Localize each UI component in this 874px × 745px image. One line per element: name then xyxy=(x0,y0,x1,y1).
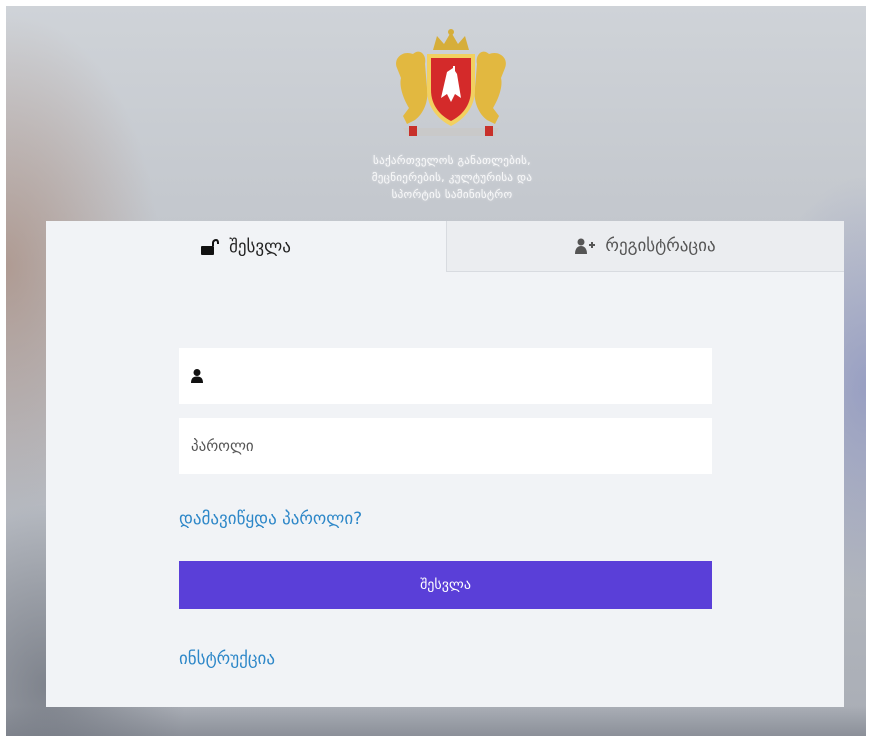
username-field[interactable] xyxy=(179,348,712,404)
login-button[interactable]: შესვლა xyxy=(179,561,712,609)
instructions-link[interactable]: ინსტრუქცია xyxy=(179,649,275,669)
tab-login-label: შესვლა xyxy=(229,236,291,257)
tab-login[interactable]: შესვლა xyxy=(46,221,446,272)
username-input[interactable] xyxy=(213,348,700,404)
forgot-password-link[interactable]: დამავიწყდა პაროლი? xyxy=(179,509,362,529)
login-card: შესვლა რეგისტრაცია დამავიწყდა პაროლი? შე… xyxy=(46,221,844,707)
password-input[interactable] xyxy=(191,418,700,474)
tab-register[interactable]: რეგისტრაცია xyxy=(446,221,844,272)
password-field[interactable] xyxy=(179,418,712,474)
unlock-icon xyxy=(201,238,220,255)
ministry-title-line: მეცნიერების, კულტურისა და xyxy=(371,171,533,184)
ministry-title-line: სპორტის სამინისტრო xyxy=(391,188,513,201)
ministry-title-line: საქართველოს განათლების, xyxy=(373,154,531,167)
user-plus-icon xyxy=(575,238,596,254)
coat-of-arms-logo xyxy=(396,29,506,136)
user-icon xyxy=(191,369,203,383)
ministry-title: საქართველოს განათლების, მეცნიერების, კულ… xyxy=(302,152,602,203)
tab-register-label: რეგისტრაცია xyxy=(605,236,716,256)
